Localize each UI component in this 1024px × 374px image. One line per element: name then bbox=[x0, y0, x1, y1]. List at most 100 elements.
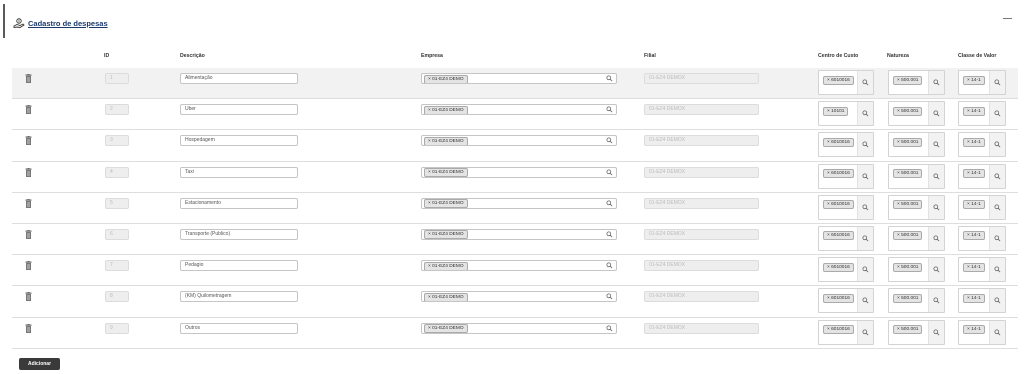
trash-icon[interactable] bbox=[25, 198, 32, 208]
descricao-input[interactable]: Outros bbox=[180, 322, 298, 334]
classe-valor-select[interactable]: × 14-1 bbox=[958, 132, 1006, 158]
trash-icon[interactable] bbox=[25, 136, 32, 146]
centro-custo-select[interactable]: × 6010016 bbox=[818, 257, 874, 283]
search-icon[interactable] bbox=[606, 262, 613, 269]
empresa-tag[interactable]: × 01-EZ4 DEMO bbox=[424, 136, 468, 146]
centro-custo-tag[interactable]: × 6010016 bbox=[823, 293, 854, 303]
search-icon[interactable] bbox=[994, 173, 1001, 180]
search-icon[interactable] bbox=[994, 204, 1001, 211]
search-icon[interactable] bbox=[994, 266, 1001, 273]
search-icon[interactable] bbox=[606, 293, 613, 300]
search-icon[interactable] bbox=[606, 231, 613, 238]
empresa-tag[interactable]: × 01-EZ4 DEMO bbox=[424, 324, 468, 333]
natureza-tag[interactable]: × 500.001 bbox=[893, 325, 923, 334]
empresa-tag[interactable]: × 01-EZ4 DEMO bbox=[424, 105, 468, 115]
descricao-input[interactable]: Estacionamento bbox=[180, 197, 298, 209]
natureza-select[interactable]: × 500.001 bbox=[888, 225, 945, 251]
centro-custo-tag[interactable]: × 6010016 bbox=[823, 137, 854, 147]
descricao-input[interactable]: Taxi bbox=[180, 166, 298, 178]
search-icon[interactable] bbox=[994, 110, 1001, 117]
search-icon[interactable] bbox=[606, 137, 613, 144]
empresa-select[interactable]: × 01-EZ4 DEMO bbox=[421, 322, 617, 334]
empresa-tag[interactable]: × 01-EZ4 DEMO bbox=[424, 292, 468, 302]
search-icon[interactable] bbox=[933, 266, 940, 273]
empresa-tag[interactable]: × 01-EZ4 DEMO bbox=[424, 168, 468, 177]
natureza-select[interactable]: × 500.001 bbox=[888, 319, 945, 345]
search-icon[interactable] bbox=[933, 110, 940, 117]
add-button[interactable]: Adicionar bbox=[19, 358, 60, 370]
descricao-input[interactable]: Uber bbox=[180, 104, 298, 116]
empresa-select[interactable]: × 01-EZ4 DEMO bbox=[421, 260, 617, 272]
classe-valor-tag[interactable]: × 14-1 bbox=[963, 200, 985, 210]
natureza-tag[interactable]: × 500.001 bbox=[893, 75, 923, 85]
classe-valor-select[interactable]: × 14-1 bbox=[958, 101, 1006, 127]
empresa-select[interactable]: × 01-EZ4 DEMO bbox=[421, 166, 617, 178]
empresa-tag[interactable]: × 01-EZ4 DEMO bbox=[424, 261, 468, 271]
search-icon[interactable] bbox=[606, 169, 613, 176]
centro-custo-tag[interactable]: × 6010016 bbox=[823, 200, 854, 210]
natureza-select[interactable]: × 500.001 bbox=[888, 288, 945, 314]
descricao-input[interactable]: Hospedagem bbox=[180, 135, 298, 147]
search-icon[interactable] bbox=[606, 106, 613, 113]
classe-valor-tag[interactable]: × 14-1 bbox=[963, 262, 985, 272]
search-icon[interactable] bbox=[862, 141, 869, 148]
empresa-select[interactable]: × 01-EZ4 DEMO bbox=[421, 135, 617, 147]
centro-custo-select[interactable]: × 6010016 bbox=[818, 225, 874, 251]
classe-valor-select[interactable]: × 14-1 bbox=[958, 225, 1006, 251]
trash-icon[interactable] bbox=[25, 261, 32, 271]
minus-icon[interactable] bbox=[1003, 18, 1012, 19]
search-icon[interactable] bbox=[933, 141, 940, 148]
search-icon[interactable] bbox=[862, 110, 869, 117]
search-icon[interactable] bbox=[606, 75, 613, 82]
natureza-tag[interactable]: × 500.001 bbox=[893, 137, 923, 147]
classe-valor-select[interactable]: × 14-1 bbox=[958, 163, 1006, 189]
search-icon[interactable] bbox=[862, 266, 869, 273]
empresa-select[interactable]: × 01-EZ4 DEMO bbox=[421, 73, 617, 84]
classe-valor-select[interactable]: × 14-1 bbox=[958, 70, 1006, 95]
centro-custo-select[interactable]: × 10101 bbox=[818, 101, 874, 127]
classe-valor-tag[interactable]: × 14-1 bbox=[963, 106, 985, 116]
search-icon[interactable] bbox=[994, 328, 1001, 336]
classe-valor-tag[interactable]: × 14-1 bbox=[963, 137, 985, 147]
natureza-tag[interactable]: × 500.001 bbox=[893, 231, 923, 241]
centro-custo-tag[interactable]: × 6010016 bbox=[823, 262, 854, 272]
classe-valor-select[interactable]: × 14-1 bbox=[958, 319, 1006, 345]
search-icon[interactable] bbox=[862, 79, 869, 86]
empresa-tag[interactable]: × 01-EZ4 DEMO bbox=[424, 74, 468, 83]
classe-valor-tag[interactable]: × 14-1 bbox=[963, 293, 985, 303]
centro-custo-tag[interactable]: × 6010016 bbox=[823, 325, 854, 334]
search-icon[interactable] bbox=[933, 297, 940, 304]
empresa-select[interactable]: × 01-EZ4 DEMO bbox=[421, 291, 617, 303]
centro-custo-select[interactable]: × 6010016 bbox=[818, 319, 874, 345]
page-title[interactable]: Cadastro de despesas bbox=[28, 19, 108, 28]
natureza-tag[interactable]: × 500.001 bbox=[893, 200, 923, 210]
classe-valor-select[interactable]: × 14-1 bbox=[958, 288, 1006, 314]
centro-custo-select[interactable]: × 6010016 bbox=[818, 132, 874, 158]
search-icon[interactable] bbox=[933, 173, 940, 180]
trash-icon[interactable] bbox=[25, 292, 32, 302]
classe-valor-select[interactable]: × 14-1 bbox=[958, 257, 1006, 283]
natureza-select[interactable]: × 500.001 bbox=[888, 194, 945, 220]
centro-custo-tag[interactable]: × 6010016 bbox=[823, 231, 854, 241]
empresa-tag[interactable]: × 01-EZ4 DEMO bbox=[424, 199, 468, 208]
search-icon[interactable] bbox=[933, 204, 940, 211]
natureza-select[interactable]: × 500.001 bbox=[888, 70, 945, 95]
search-icon[interactable] bbox=[994, 297, 1001, 304]
search-icon[interactable] bbox=[933, 79, 940, 86]
search-icon[interactable] bbox=[933, 328, 940, 336]
classe-valor-select[interactable]: × 14-1 bbox=[958, 194, 1006, 220]
natureza-tag[interactable]: × 500.001 bbox=[893, 262, 923, 272]
centro-custo-select[interactable]: × 6010016 bbox=[818, 70, 874, 95]
descricao-input[interactable]: Transporte (Publico) bbox=[180, 228, 298, 240]
search-icon[interactable] bbox=[862, 328, 869, 336]
classe-valor-tag[interactable]: × 14-1 bbox=[963, 325, 985, 334]
search-icon[interactable] bbox=[606, 200, 613, 207]
empresa-select[interactable]: × 01-EZ4 DEMO bbox=[421, 228, 617, 240]
classe-valor-tag[interactable]: × 14-1 bbox=[963, 169, 985, 179]
centro-custo-tag[interactable]: × 6010016 bbox=[823, 75, 854, 85]
search-icon[interactable] bbox=[933, 235, 940, 242]
search-icon[interactable] bbox=[862, 204, 869, 211]
natureza-tag[interactable]: × 500.001 bbox=[893, 106, 923, 116]
search-icon[interactable] bbox=[862, 235, 869, 242]
centro-custo-tag[interactable]: × 10101 bbox=[823, 106, 849, 116]
